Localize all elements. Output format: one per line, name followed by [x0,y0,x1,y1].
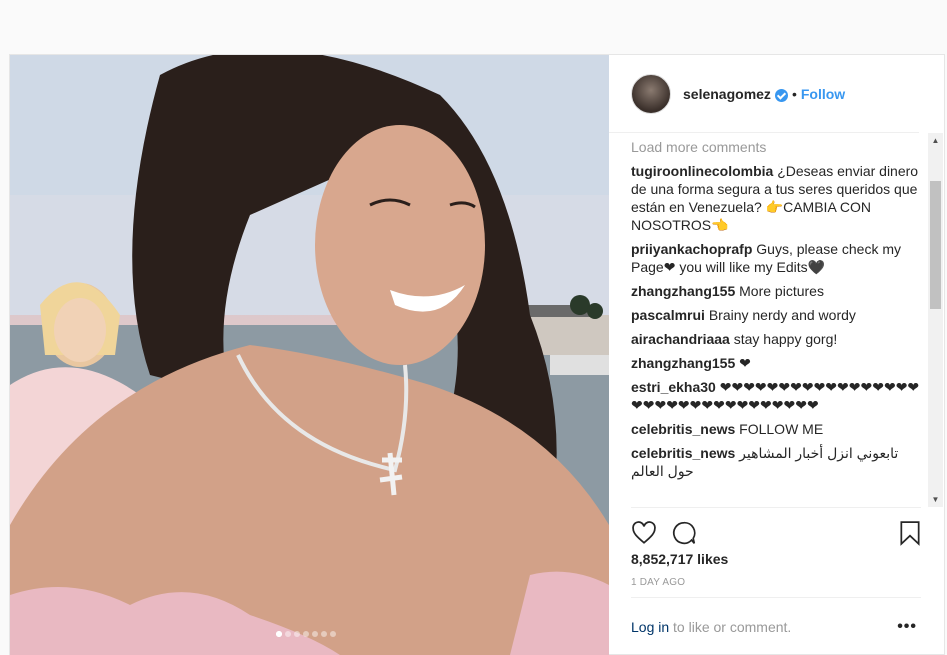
comment-text: stay happy gorg! [733,331,838,347]
comment-item: pascalmrui Brainy nerdy and wordy [631,306,921,324]
login-footer: Log in to like or comment. ••• [631,597,921,655]
comment-item: celebritis_news تابعوني انزل أخبار المشا… [631,444,921,480]
comment-item: zhangzhang155 ❤ [631,354,921,372]
login-prompt: Log in to like or comment. [631,619,791,635]
post-header: selenagomez • Follow [609,55,919,133]
photo-illustration [10,55,609,655]
scroll-down-arrow[interactable]: ▼ [928,492,943,507]
carousel-dot[interactable] [294,631,300,637]
comment-item: airachandriaaa stay happy gorg! [631,330,921,348]
load-more-comments[interactable]: Load more comments [631,138,921,156]
more-options-button[interactable]: ••• [897,618,917,636]
comments-list: Load more comments tugiroonlinecolombia … [631,133,921,507]
carousel-dot[interactable] [312,631,318,637]
post-timestamp[interactable]: 1 DAY AGO [631,577,685,588]
comment-item: zhangzhang155 More pictures [631,282,921,300]
comment-username[interactable]: tugiroonlinecolombia [631,163,773,179]
post-sidebar: selenagomez • Follow Load more comments … [609,55,944,655]
verified-badge-icon [774,89,788,102]
comment-icon[interactable] [671,520,697,546]
login-link[interactable]: Log in [631,619,669,635]
carousel-dot[interactable] [330,631,336,637]
comment-username[interactable]: celebritis_news [631,445,735,461]
login-prompt-text: to like or comment. [669,619,792,635]
comment-text: FOLLOW ME [739,421,824,437]
comment-username[interactable]: zhangzhang155 [631,283,735,299]
username-link[interactable]: selenagomez [683,86,771,102]
follow-button[interactable]: Follow [801,86,845,102]
scroll-up-arrow[interactable]: ▲ [928,133,943,148]
comment-text: Brainy nerdy and wordy [708,307,856,323]
likes-count[interactable]: 8,852,717 likes [631,551,728,567]
comment-item: celebritis_news FOLLOW ME [631,420,921,438]
comment-username[interactable]: priiyankachoprafp [631,241,752,257]
comments-scrollbar[interactable]: ▲ ▼ [928,133,943,507]
comment-username[interactable]: zhangzhang155 [631,355,735,371]
separator-dot: • [791,85,797,102]
comment-item: estri_ekha30 ❤❤❤❤❤❤❤❤❤❤❤❤❤❤❤❤❤❤❤❤❤❤❤❤❤❤❤… [631,378,921,414]
scroll-thumb[interactable] [930,181,941,309]
carousel-indicator [276,631,336,637]
comment-username[interactable]: celebritis_news [631,421,735,437]
carousel-dot[interactable] [303,631,309,637]
comment-text: ❤ [739,355,751,371]
post-card: selenagomez • Follow Load more comments … [9,54,945,655]
post-image[interactable] [10,55,609,655]
heart-icon[interactable] [631,520,657,546]
comment-item: tugiroonlinecolombia ¿Deseas enviar dine… [631,162,921,234]
comment-item: priiyankachoprafp Guys, please check my … [631,240,921,276]
comment-container: tugiroonlinecolombia ¿Deseas enviar dine… [631,162,921,480]
avatar[interactable] [631,73,671,114]
comment-username[interactable]: pascalmrui [631,307,705,323]
bookmark-icon[interactable] [897,520,923,546]
comment-username[interactable]: airachandriaaa [631,331,730,347]
carousel-dot[interactable] [276,631,282,637]
comment-text: More pictures [739,283,824,299]
comment-username[interactable]: estri_ekha30 [631,379,716,395]
carousel-dot[interactable] [285,631,291,637]
carousel-dot[interactable] [321,631,327,637]
